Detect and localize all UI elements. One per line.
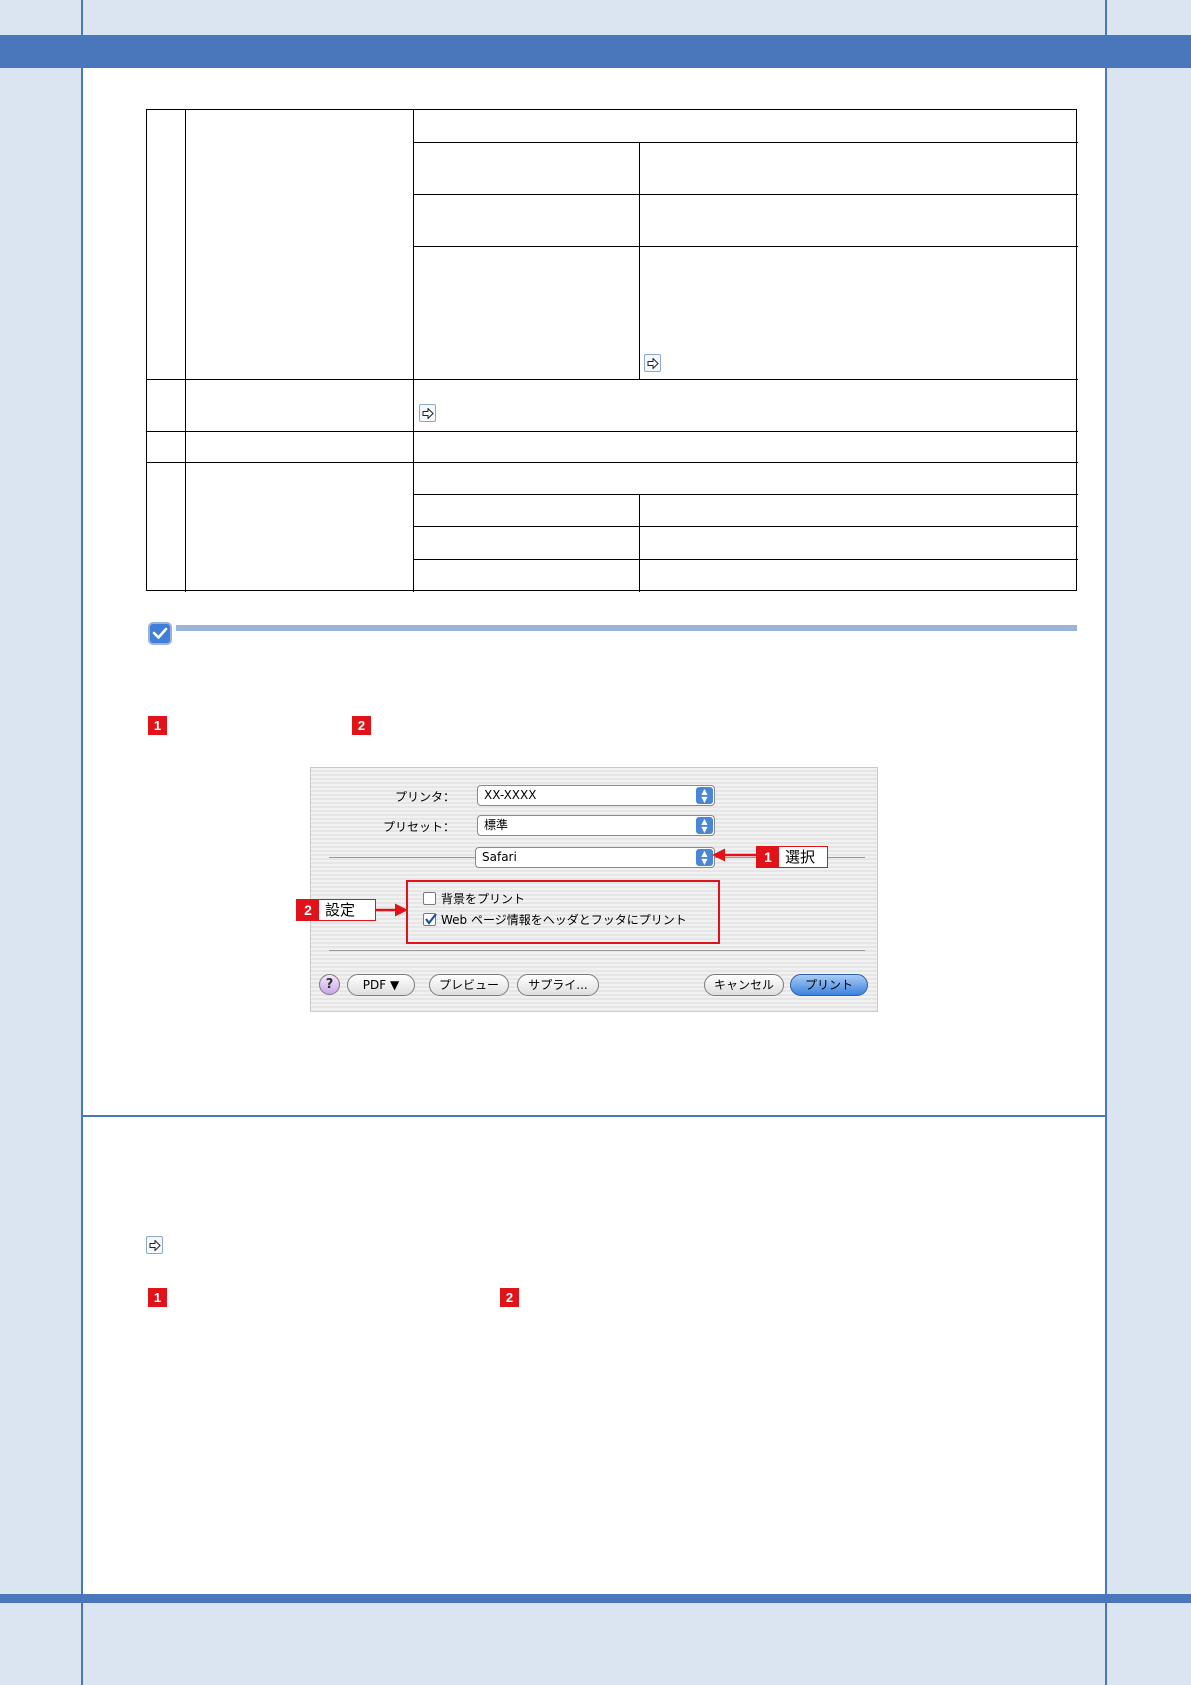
header-band [0, 35, 1191, 68]
pdf-button[interactable]: PDF ▼ [347, 974, 415, 996]
print-button[interactable]: プリント [790, 974, 868, 996]
frame-line [1105, 68, 1107, 1594]
help-button[interactable]: ? [319, 974, 340, 995]
cancel-button[interactable]: キャンセル [704, 974, 784, 996]
preview-button[interactable]: プレビュー [429, 974, 509, 996]
table-rule [413, 494, 1078, 495]
table-rule [413, 110, 414, 592]
panel-popup[interactable]: Safari ▲ ▼ [475, 847, 715, 868]
table-rule [413, 559, 1078, 560]
preset-value: 標準 [484, 818, 509, 832]
callout-select: 1 選択 [756, 846, 828, 868]
dialog-separator [329, 857, 475, 858]
step-badge: 2 [352, 716, 371, 735]
footer-band [0, 1594, 1191, 1603]
link-arrow-icon[interactable] [146, 1236, 163, 1254]
preset-label: プリセット： [382, 820, 455, 834]
callout-text: 選択 [785, 848, 816, 866]
table-rule [413, 142, 1078, 143]
step-badge: 2 [500, 1288, 519, 1307]
table-rule [639, 142, 640, 379]
dialog-separator [329, 950, 865, 951]
link-arrow-icon[interactable] [419, 404, 436, 422]
note-rule [176, 625, 1077, 631]
frame-line [1105, 1603, 1107, 1685]
table-rule [185, 110, 186, 592]
panel-value: Safari [482, 850, 517, 864]
table-rule [147, 379, 1078, 380]
printer-label: プリンタ： [394, 790, 455, 804]
popup-arrows-icon: ▲ ▼ [696, 817, 713, 834]
preset-popup[interactable]: 標準 ▲ ▼ [477, 815, 715, 836]
callout-number: 2 [297, 900, 319, 920]
settings-table [146, 109, 1078, 592]
popup-arrows-icon: ▲ ▼ [696, 787, 713, 804]
frame-line [81, 0, 83, 35]
printer-value: XX-XXXX [484, 788, 537, 802]
callout-arrow [712, 848, 758, 862]
check-icon [148, 622, 176, 646]
callout-arrow [376, 903, 408, 917]
step-badge: 1 [148, 716, 167, 735]
table-rule [147, 431, 1078, 432]
table-rule [413, 194, 1078, 195]
supplies-button[interactable]: サプライ... [517, 974, 599, 996]
callout-number: 1 [757, 847, 779, 867]
table-rule [639, 494, 640, 592]
callout-set: 2 設定 [296, 899, 376, 921]
step-badge: 1 [148, 1288, 167, 1307]
table-rule [147, 462, 1078, 463]
popup-arrows-icon: ▲ ▼ [696, 849, 713, 866]
link-arrow-icon[interactable] [644, 354, 661, 372]
printer-popup[interactable]: XX-XXXX ▲ ▼ [477, 785, 715, 806]
table-rule [413, 246, 1078, 247]
section-divider [83, 1115, 1107, 1117]
frame-line [81, 68, 83, 1594]
frame-line [1105, 0, 1107, 35]
options-highlight [406, 880, 720, 944]
frame-line [81, 1603, 83, 1685]
callout-text: 設定 [325, 901, 356, 919]
table-rule [413, 526, 1078, 527]
